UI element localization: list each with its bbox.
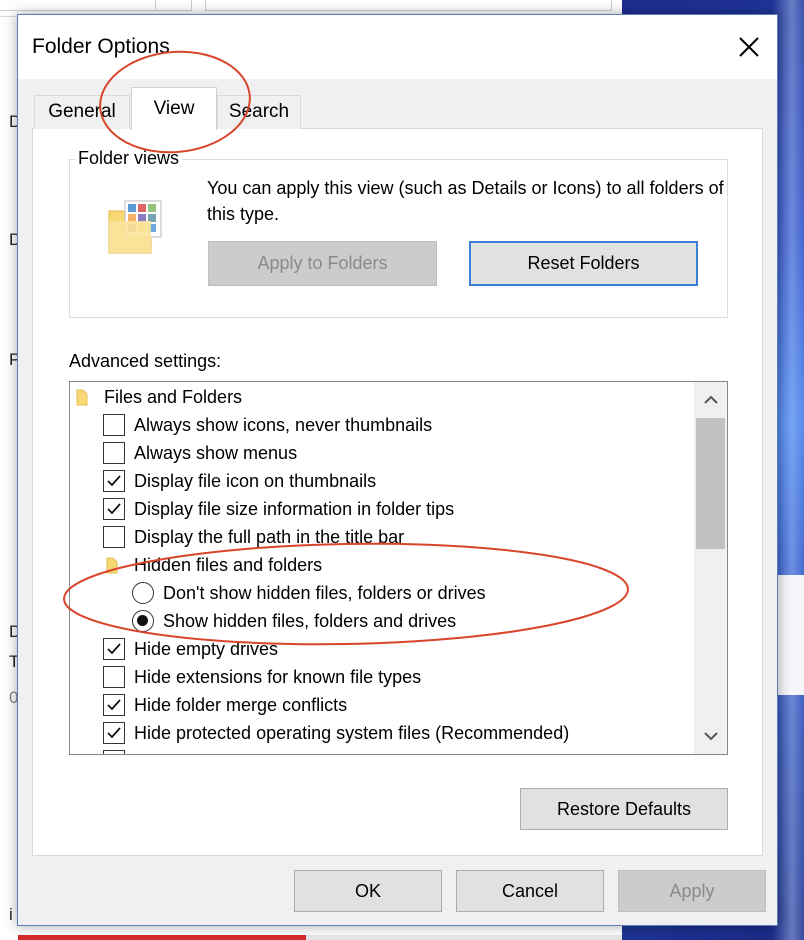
list-item-label: Display file icon on thumbnails bbox=[134, 471, 377, 491]
folder-views-description: You can apply this view (such as Details… bbox=[207, 178, 724, 224]
tab-search[interactable]: Search bbox=[217, 95, 301, 129]
chevron-down-icon bbox=[704, 732, 718, 741]
tab-view[interactable]: View bbox=[131, 87, 217, 130]
background-progress-bar bbox=[18, 935, 306, 940]
tab-label: General bbox=[48, 101, 116, 122]
tab-general[interactable]: General bbox=[34, 95, 130, 129]
folder-icon bbox=[106, 557, 118, 574]
tab-label: Search bbox=[228, 101, 290, 122]
list-item-label: Display the full path in the title bar bbox=[134, 527, 405, 547]
list-item-label: Hide empty drives bbox=[134, 639, 279, 659]
checkmark-icon bbox=[107, 643, 121, 655]
list-item-label: Hide extensions for known file types bbox=[134, 667, 422, 687]
checkbox[interactable] bbox=[103, 414, 125, 436]
close-icon bbox=[739, 37, 759, 57]
scroll-up-button[interactable] bbox=[694, 382, 727, 416]
list-item-label: Hide protected operating system files (R… bbox=[134, 723, 570, 743]
radio-button[interactable] bbox=[132, 610, 154, 632]
scroll-down-button[interactable] bbox=[694, 720, 727, 754]
cancel-button[interactable]: Cancel bbox=[456, 870, 604, 912]
radio-button[interactable] bbox=[132, 582, 154, 604]
checkmark-icon bbox=[107, 503, 121, 515]
apply-button[interactable]: Apply bbox=[618, 870, 766, 912]
list-item-label: Hide folder merge conflicts bbox=[134, 695, 348, 715]
vertical-scrollbar[interactable] bbox=[694, 382, 727, 754]
list-item-label: Hidden files and folders bbox=[134, 555, 323, 575]
chevron-up-icon bbox=[704, 395, 718, 404]
close-button[interactable] bbox=[731, 29, 767, 65]
tab-label: View bbox=[153, 98, 195, 119]
checkbox[interactable] bbox=[103, 750, 125, 754]
scrollbar-thumb[interactable] bbox=[696, 418, 725, 549]
ok-button[interactable]: OK bbox=[294, 870, 442, 912]
checkbox[interactable] bbox=[103, 526, 125, 548]
checkbox[interactable] bbox=[103, 666, 125, 688]
dialog-title: Folder Options bbox=[32, 35, 170, 58]
list-item-label: Always show icons, never thumbnails bbox=[134, 415, 433, 435]
checkbox[interactable] bbox=[103, 722, 125, 744]
checkbox[interactable] bbox=[103, 498, 125, 520]
background-text: i bbox=[9, 905, 13, 924]
list-item-label: Files and Folders bbox=[104, 387, 243, 407]
restore-defaults-button[interactable]: Restore Defaults bbox=[520, 788, 728, 830]
checkmark-icon bbox=[107, 699, 121, 711]
list-item-label: Display file size information in folder … bbox=[134, 499, 455, 519]
list-item-label: Don't show hidden files, folders or driv… bbox=[163, 583, 486, 603]
checkbox[interactable] bbox=[103, 442, 125, 464]
title-bar: Folder Options bbox=[18, 15, 777, 79]
apply-to-folders-button[interactable]: Apply to Folders bbox=[208, 241, 437, 286]
checkbox[interactable] bbox=[103, 470, 125, 492]
radio-selected-dot bbox=[137, 615, 148, 626]
checkbox[interactable] bbox=[103, 638, 125, 660]
list-item-label: Show hidden files, folders and drives bbox=[163, 611, 457, 631]
list-item-label: Always show menus bbox=[134, 443, 298, 463]
checkbox[interactable] bbox=[103, 694, 125, 716]
reset-folders-button[interactable]: Reset Folders bbox=[469, 241, 698, 286]
advanced-settings-label: Advanced settings: bbox=[69, 351, 222, 371]
advanced-settings-list[interactable]: Files and Folders Always show icons, nev… bbox=[69, 381, 728, 755]
folder-views-icon bbox=[108, 200, 162, 254]
background-strip bbox=[306, 935, 622, 940]
folder-icon bbox=[76, 389, 88, 406]
folder-options-dialog: Folder Options General View Search Folde… bbox=[17, 14, 778, 926]
checkmark-icon bbox=[107, 475, 121, 487]
folder-views-title: Folder views bbox=[75, 148, 183, 169]
checkmark-icon bbox=[107, 727, 121, 739]
